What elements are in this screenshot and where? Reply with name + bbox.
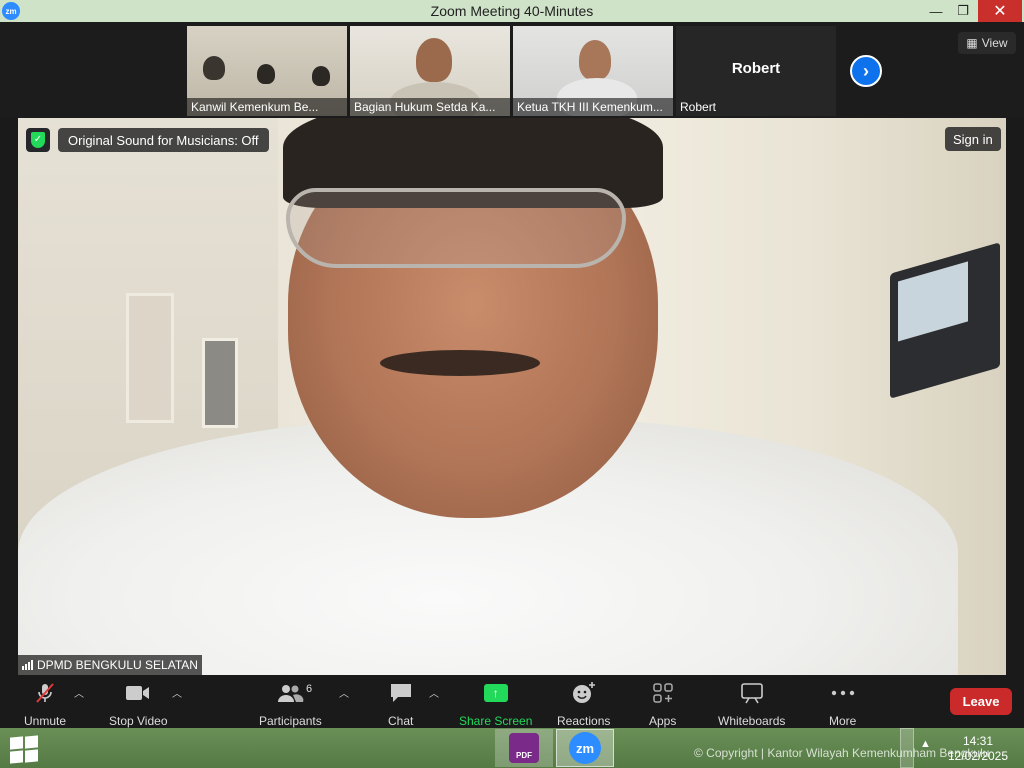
participants-icon xyxy=(276,681,304,705)
maximize-button[interactable]: ❐ xyxy=(950,0,976,22)
sign-in-button[interactable]: Sign in xyxy=(945,127,1001,151)
participant-display-name: Robert xyxy=(731,60,781,77)
zoom-taskbar-button[interactable]: zm xyxy=(556,729,614,767)
scrollbar[interactable] xyxy=(900,728,914,768)
participant-tile[interactable]: Bagian Hukum Setda Ka... xyxy=(350,26,510,116)
wall-tv xyxy=(890,242,1000,399)
whiteboards-button[interactable]: Whiteboards xyxy=(718,681,785,728)
minimize-button[interactable]: — xyxy=(922,0,950,22)
speaker-name-label: DPMD BENGKULU SELATAN xyxy=(18,655,202,675)
participant-figure xyxy=(312,66,330,86)
window-title: Zoom Meeting 40-Minutes xyxy=(430,3,594,19)
wall-frame xyxy=(202,338,238,428)
unmute-label: Unmute xyxy=(24,714,67,728)
active-speaker-video: ✓ Original Sound for Musicians: Off Sign… xyxy=(18,118,1006,675)
title-bar: zm Zoom Meeting 40-Minutes — ❐ ✕ xyxy=(0,0,1024,22)
participants-options-chevron-icon[interactable]: ︿ xyxy=(339,685,349,700)
pdf-app-icon: PDF xyxy=(509,733,539,763)
clock-date: 12/02/2025 xyxy=(947,749,1009,763)
reactions-button[interactable]: Reactions xyxy=(557,681,610,728)
audio-options-chevron-icon[interactable]: ︿ xyxy=(74,685,84,700)
participant-name: Kanwil Kemenkum Be... xyxy=(187,98,347,116)
next-page-icon[interactable]: › xyxy=(850,55,882,87)
signal-bars-icon xyxy=(22,660,33,670)
participant-tile[interactable]: Robert Robert xyxy=(676,26,836,116)
participant-name: Robert xyxy=(680,100,717,114)
speaker-name: DPMD BENGKULU SELATAN xyxy=(37,658,198,672)
speaker-glasses xyxy=(286,188,626,268)
view-button[interactable]: ▦ View xyxy=(958,32,1016,54)
apps-icon xyxy=(652,681,674,705)
chat-label: Chat xyxy=(388,714,414,728)
chat-options-chevron-icon[interactable]: ︿ xyxy=(429,685,439,700)
chat-bubble-icon xyxy=(389,681,413,705)
participant-figure xyxy=(416,38,452,82)
more-dots-icon xyxy=(831,681,855,705)
grid-icon: ▦ xyxy=(966,36,978,50)
windows-start-icon[interactable] xyxy=(10,735,38,764)
tray-chevron-up-icon[interactable]: ▲ xyxy=(920,738,931,750)
share-screen-icon: ↑ xyxy=(483,684,508,702)
participant-strip: Kanwil Kemenkum Be... Bagian Hukum Setda… xyxy=(0,22,1024,118)
participant-tile[interactable]: Ketua TKH III Kemenkum... xyxy=(513,26,673,116)
participant-name: Bagian Hukum Setda Ka... xyxy=(350,98,510,116)
more-label: More xyxy=(829,714,857,728)
original-sound-badge[interactable]: Original Sound for Musicians: Off xyxy=(58,128,269,152)
clock-time: 14:31 xyxy=(962,734,994,748)
apps-label: Apps xyxy=(649,714,677,728)
participant-figure xyxy=(203,56,225,80)
share-screen-button[interactable]: ↑ Share Screen xyxy=(459,681,532,728)
muted-mic-icon xyxy=(33,681,57,705)
participant-tile[interactable]: Kanwil Kemenkum Be... xyxy=(187,26,347,116)
video-camera-icon xyxy=(125,681,151,705)
participants-label: Participants xyxy=(259,714,322,728)
participant-figure xyxy=(257,64,275,84)
wall-frame xyxy=(126,293,174,423)
more-button[interactable]: More xyxy=(829,681,856,728)
chat-button[interactable]: Chat xyxy=(388,681,413,728)
whiteboard-icon xyxy=(740,681,764,705)
whiteboards-label: Whiteboards xyxy=(718,714,786,728)
smiley-icon xyxy=(571,681,597,705)
close-button[interactable]: ✕ xyxy=(978,0,1022,22)
apps-button[interactable]: Apps xyxy=(649,681,676,728)
participants-button[interactable]: Participants xyxy=(259,681,322,728)
zoom-app-icon: zm xyxy=(569,732,601,764)
speaker-mustache xyxy=(380,350,540,376)
participant-name: Ketua TKH III Kemenkum... xyxy=(513,98,673,116)
windows-taskbar: PDF zm © Copyright | Kantor Wilayah Keme… xyxy=(0,728,1024,768)
system-clock[interactable]: 14:31 12/02/2025 xyxy=(946,734,1010,764)
tv-screen xyxy=(898,261,968,342)
share-screen-label: Share Screen xyxy=(459,714,533,728)
stop-video-button[interactable]: Stop Video xyxy=(109,681,168,728)
stop-video-label: Stop Video xyxy=(109,714,168,728)
unmute-button[interactable]: Unmute xyxy=(24,681,66,728)
reactions-label: Reactions xyxy=(557,714,611,728)
participant-figure xyxy=(579,40,611,80)
leave-button[interactable]: Leave xyxy=(950,688,1012,715)
pdf-app-taskbar-button[interactable]: PDF xyxy=(495,729,553,767)
view-label: View xyxy=(981,36,1008,50)
encryption-shield-icon[interactable]: ✓ xyxy=(26,128,50,152)
meeting-toolbar: Unmute ︿ Stop Video ︿ Participants 6 ︿ C… xyxy=(0,675,1024,728)
video-options-chevron-icon[interactable]: ︿ xyxy=(172,685,182,700)
participants-count: 6 xyxy=(306,683,313,695)
